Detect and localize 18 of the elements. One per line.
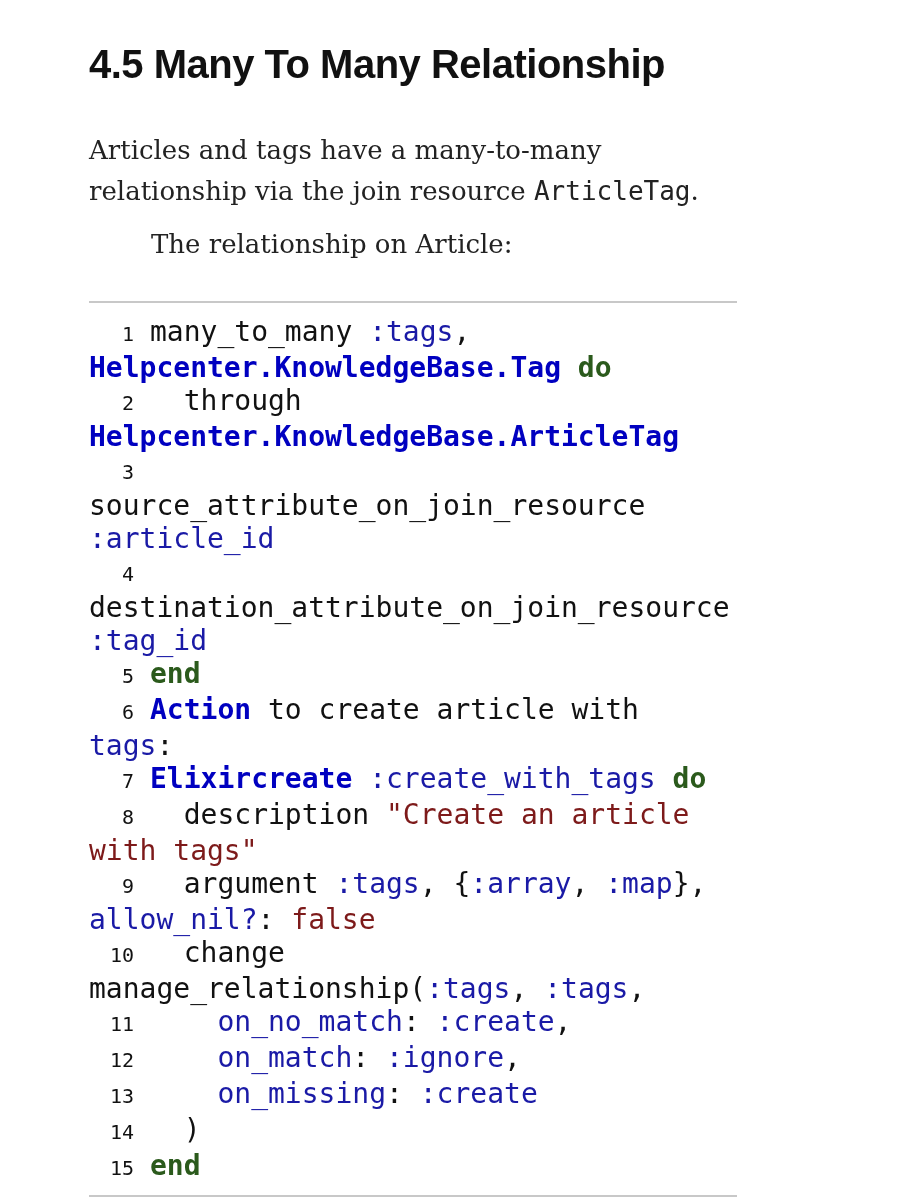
- section-heading: 4.5 Many To Many Relationship: [89, 41, 666, 88]
- body-paragraph: Articles and tags have a many-to-many relationship via the join resource ArticleTag.: [89, 134, 700, 208]
- code-line: 7 Elixircreate :create_with_tags do: [120, 762, 708, 797]
- body-paragraph: The relationship on Article:: [150, 228, 514, 261]
- code-line: 13 on_missing: :create: [108, 1077, 539, 1112]
- code-line: 3 source_attribute_on_join_resource :article_id: [89, 459, 647, 555]
- code-line: 1 many_to_many :tags, Helpcenter.KnowledgeBase.Tag do: [89, 315, 613, 384]
- code-line: 14 ): [108, 1113, 202, 1148]
- code-line: 10 change manage_relationship(:tags, :tags,: [89, 936, 647, 1005]
- code-line: 9 argument :tags, {:array, :map}, allow_nil?: false: [89, 867, 708, 936]
- code-line: 5 end: [120, 657, 202, 692]
- code-line: 15 end: [108, 1149, 202, 1184]
- code-line: 11 on_no_match: :create,: [108, 1005, 573, 1040]
- code-line: 2 through Helpcenter.KnowledgeBase.ArticleTag: [89, 384, 680, 453]
- code-line: 8 description "Create an article with tags": [89, 798, 691, 867]
- code-line: 6 Action to create article with tags:: [89, 693, 640, 762]
- code-line: 12 on_match: :ignore,: [108, 1041, 522, 1076]
- code-line: 4 destination_attribute_on_join_resource :tag_id: [89, 561, 731, 657]
